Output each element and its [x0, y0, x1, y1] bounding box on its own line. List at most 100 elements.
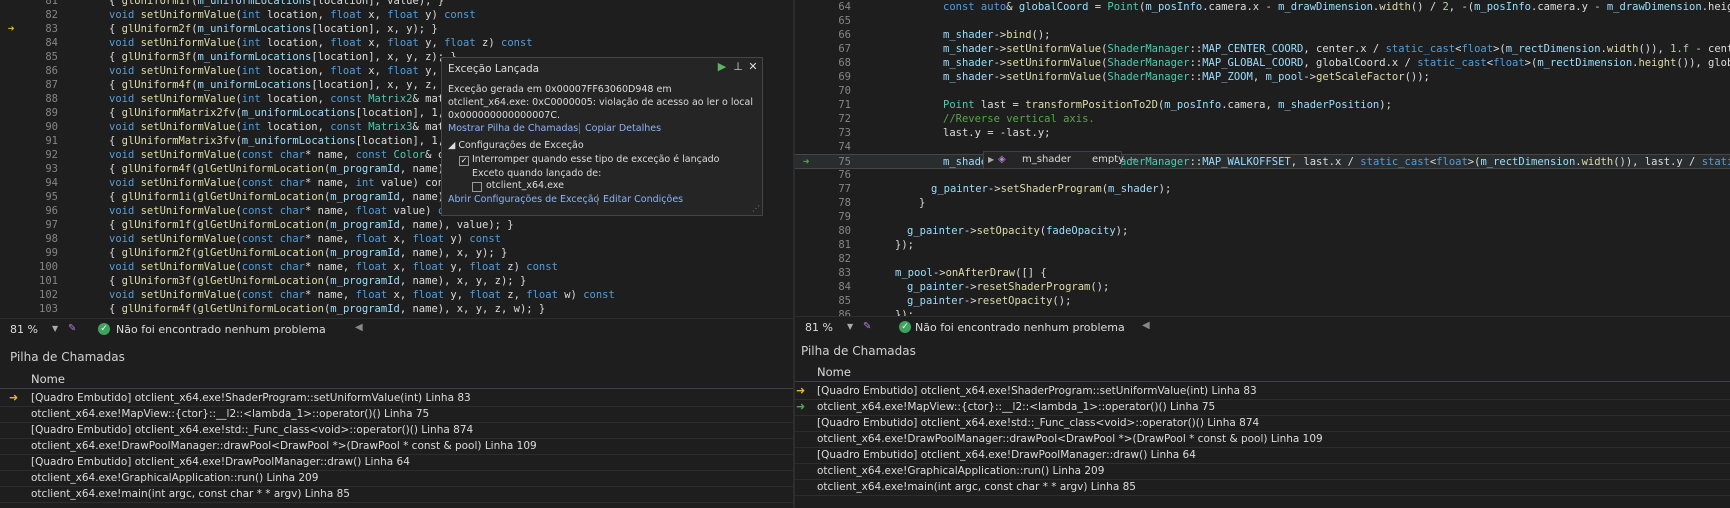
code-text: void setUniformValue(int location, float…: [109, 36, 533, 50]
call-stack-row[interactable]: [Quadro Embutido] otclient_x64.exe!std::…: [0, 422, 793, 439]
code-line[interactable]: 82 void setUniformValue(int location, flo…: [0, 8, 793, 22]
code-line[interactable]: 68 m_shader->setUniformValue(ShaderManage…: [795, 56, 1730, 70]
close-icon[interactable]: ✕: [747, 61, 759, 73]
expand-triangle-icon[interactable]: ◢: [448, 140, 458, 151]
code-token: x,: [361, 37, 388, 49]
code-line[interactable]: 78}: [795, 196, 1730, 210]
line-number: 84: [838, 281, 851, 293]
code-line[interactable]: 81});: [795, 238, 1730, 252]
call-stack-row[interactable]: otclient_x64.exe!MapView::{ctor}::__l2::…: [0, 406, 793, 423]
code-line[interactable]: 70: [795, 84, 1730, 98]
code-line[interactable]: 99 { glUniform2f(glGetUniformLocation(m_p…: [0, 246, 793, 260]
code-token: resetOpacity: [976, 295, 1053, 307]
call-stack-row[interactable]: [Quadro Embutido] otclient_x64.exe!DrawP…: [0, 454, 793, 471]
code-token: setUniformValue: [140, 261, 236, 273]
call-stack-row[interactable]: ➜ [Quadro Embutido] otclient_x64.exe!Shad…: [795, 383, 1730, 400]
code-line[interactable]: 74: [795, 140, 1730, 154]
code-line[interactable]: 84 void setUniformValue(int location, flo…: [0, 36, 793, 50]
call-stack-row[interactable]: [Quadro Embutido] otclient_x64.exe!std::…: [795, 415, 1730, 432]
datatip-m-shader[interactable]: ▶ ◈ m_shader empty ⊸: [983, 151, 1137, 169]
expand-arrow-icon[interactable]: ▶: [988, 152, 994, 168]
code-token: transformPositionTo2D: [1025, 99, 1158, 111]
code-token: int: [241, 65, 261, 77]
code-line[interactable]: 65: [795, 14, 1730, 28]
zoom-level[interactable]: 81 %: [805, 321, 833, 334]
column-name[interactable]: Nome: [817, 365, 851, 379]
chevron-down-icon[interactable]: ▼: [52, 324, 58, 333]
code-line[interactable]: 102 void setUniformValue(const char* name…: [0, 288, 793, 302]
call-stack-row[interactable]: [Quadro Embutido] otclient_x64.exe!DrawP…: [795, 447, 1730, 464]
code-line[interactable]: 79: [795, 210, 1730, 224]
pin-icon[interactable]: ⊥: [732, 61, 744, 73]
code-line[interactable]: 72 //Reverse vertical axis.: [795, 112, 1730, 126]
code-text: Point last = transformPositionTo2D(m_pos…: [943, 98, 1392, 112]
code-line[interactable]: 81 { glUniform1f(m_uniformLocations[locat…: [0, 0, 793, 8]
code-line[interactable]: 69 m_shader->setUniformValue(ShaderManage…: [795, 70, 1730, 84]
call-stack-row[interactable]: otclient_x64.exe!GraphicalApplication::r…: [795, 463, 1730, 480]
exception-settings-header[interactable]: ◢ Configurações de Exceção: [448, 140, 584, 151]
copy-details-link[interactable]: Copiar Detalhes: [585, 123, 661, 134]
call-stack-frame: otclient_x64.exe!main(int argc, const ch…: [817, 481, 1136, 493]
code-token: g_painter: [907, 225, 964, 237]
code-line[interactable]: 82: [795, 252, 1730, 266]
code-line[interactable]: 100 void setUniformValue(const char* name…: [0, 260, 793, 274]
column-name[interactable]: Nome: [31, 372, 65, 386]
code-line[interactable]: 66 m_shader->bind();: [795, 28, 1730, 42]
code-text: //Reverse vertical axis.: [943, 112, 1095, 126]
code-line[interactable]: 98 void setUniformValue(const char* name,…: [0, 232, 793, 246]
code-line[interactable]: 75m_shader->setUniformValue(ShaderManage…: [795, 154, 1730, 169]
call-stack-row[interactable]: ➜ [Quadro Embutido] otclient_x64.exe!Shad…: [0, 390, 793, 407]
code-token: location,: [260, 121, 331, 133]
code-token: m_programId: [330, 247, 400, 259]
break-checkbox[interactable]: ✓: [459, 156, 469, 166]
right-code-editor[interactable]: 64 const auto& globalCoord = Point(m_posI…: [795, 0, 1730, 316]
code-line[interactable]: 85 g_painter->resetOpacity();: [795, 294, 1730, 308]
code-text: m_shader->setUniformValue(ShaderManager:…: [943, 70, 1430, 84]
code-token: setUniformValue: [140, 37, 236, 49]
module-checkbox[interactable]: [472, 182, 482, 192]
code-line[interactable]: 76: [795, 168, 1730, 182]
zoom-level[interactable]: 81 %: [10, 323, 38, 336]
call-stack-row[interactable]: otclient_x64.exe!DrawPoolManager::drawPo…: [0, 438, 793, 455]
show-call-stack-link[interactable]: Mostrar Pilha de Chamadas: [448, 123, 578, 134]
code-text: void setUniformValue(int location, const…: [109, 120, 444, 134]
line-number: 85: [45, 51, 58, 63]
return-location-arrow-icon[interactable]: ➜: [799, 155, 813, 169]
code-line[interactable]: 71 Point last = transformPositionTo2D(m_p…: [795, 98, 1730, 112]
chevron-down-icon[interactable]: ▼: [847, 322, 853, 331]
code-line[interactable]: 80 g_painter->setOpacity(fadeOpacity);: [795, 224, 1730, 238]
scroll-left-icon[interactable]: ◀: [1142, 320, 1150, 331]
code-line[interactable]: 83 { glUniform2f(m_uniformLocations[locat…: [0, 22, 793, 36]
code-token: float: [412, 233, 445, 245]
call-stack-row[interactable]: otclient_x64.exe!DrawPoolManager::drawPo…: [795, 431, 1730, 448]
code-line[interactable]: 64 const auto& globalCoord = Point(m_posI…: [795, 0, 1730, 14]
code-line[interactable]: 67 m_shader->setUniformValue(ShaderManage…: [795, 42, 1730, 56]
column-header[interactable]: Nome: [795, 363, 1730, 382]
code-line[interactable]: 86});: [795, 308, 1730, 316]
call-stack-row[interactable]: otclient_x64.exe!GraphicalApplication::r…: [0, 470, 793, 487]
pin-icon[interactable]: ⊸: [1130, 152, 1137, 168]
line-number: 79: [838, 211, 851, 223]
code-line[interactable]: 103 { glUniform4f(glGetUniformLocation(m_…: [0, 302, 793, 316]
code-line[interactable]: 77 g_painter->setShaderProgram(m_shader);: [795, 182, 1730, 196]
open-exception-settings-link[interactable]: Abrir Configurações de Exceção: [448, 194, 599, 205]
code-line[interactable]: 83 m_pool->onAfterDraw([] {: [795, 266, 1730, 280]
module-checkbox-label: otclient_x64.exe: [486, 180, 564, 191]
resize-grip-icon[interactable]: ⋰: [752, 204, 760, 213]
continue-icon[interactable]: ▶: [716, 61, 728, 73]
call-stack-row[interactable]: otclient_x64.exe!main(int argc, const ch…: [795, 479, 1730, 496]
intellicode-icon[interactable]: ✎: [68, 323, 80, 335]
intellicode-icon[interactable]: ✎: [863, 321, 875, 333]
code-line[interactable]: 84 g_painter->resetShaderProgram();: [795, 280, 1730, 294]
call-stack-frame: otclient_x64.exe!main(int argc, const ch…: [31, 488, 350, 500]
scroll-left-icon[interactable]: ◀: [355, 322, 363, 333]
call-stack-row[interactable]: otclient_x64.exe!main(int argc, const ch…: [0, 486, 793, 503]
call-stack-row[interactable]: ➜ otclient_x64.exe!MapView::{ctor}::__l2:…: [795, 399, 1730, 416]
edit-conditions-link[interactable]: Editar Condições: [603, 194, 683, 205]
column-header[interactable]: Nome: [0, 370, 793, 389]
current-instruction-arrow-icon[interactable]: ➜: [4, 22, 18, 36]
code-line[interactable]: 73 last.y = -last.y;: [795, 126, 1730, 140]
code-text: { glUniform4f(glGetUniformLocation(m_pro…: [109, 302, 545, 316]
code-line[interactable]: 97 { glUniform1f(glGetUniformLocation(m_p…: [0, 218, 793, 232]
code-line[interactable]: 101 { glUniform3f(glGetUniformLocation(m_…: [0, 274, 793, 288]
